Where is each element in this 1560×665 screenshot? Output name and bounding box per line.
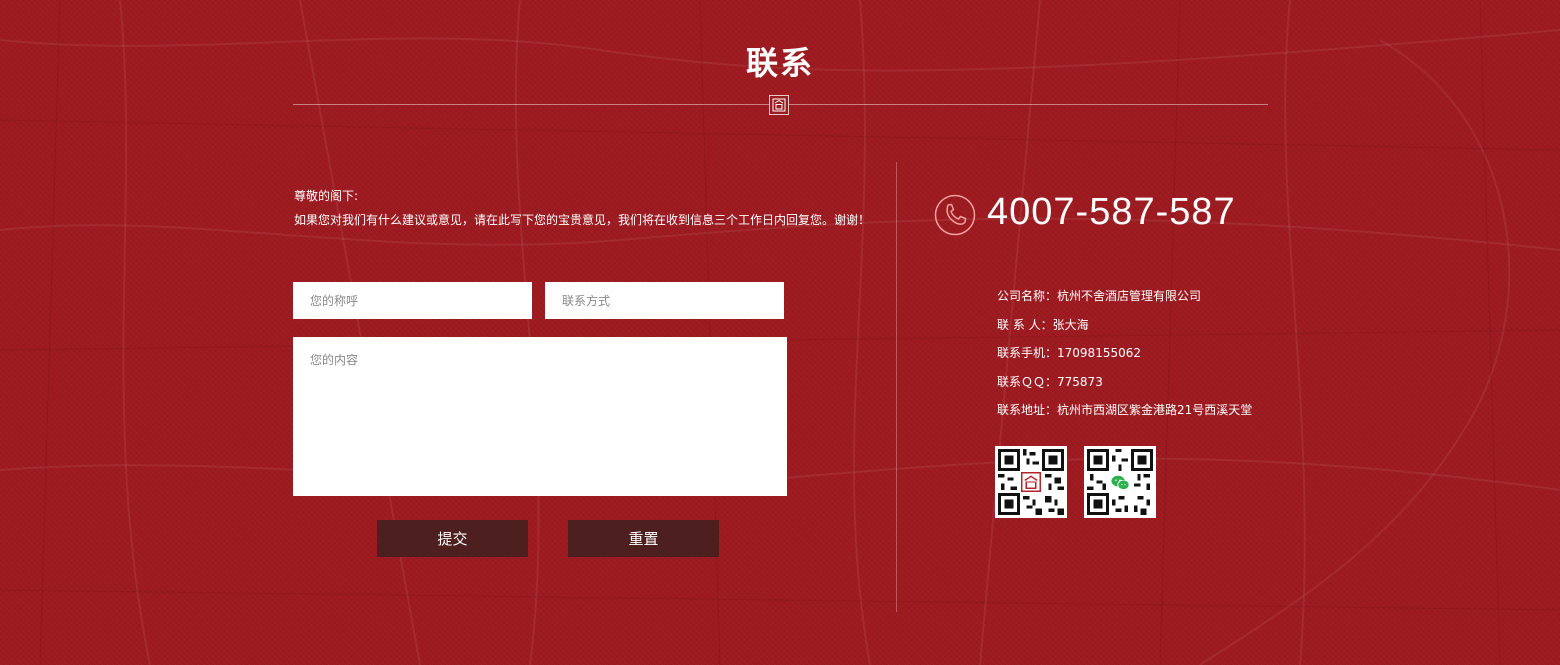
info-label: 联系ＱＱ：: [997, 374, 1058, 389]
info-value: 杭州不舍酒店管理有限公司: [1057, 289, 1202, 303]
content-textarea[interactable]: [293, 337, 787, 496]
info-value: 张大海: [1052, 317, 1089, 332]
info-row-person: 联 系 人：张大海: [997, 316, 1252, 345]
column-divider: [896, 162, 897, 612]
info-row-company: 公司名称：杭州不舍酒店管理有限公司: [997, 287, 1252, 316]
info-label: 联系地址：: [997, 403, 1058, 417]
phone-number: 4007-587-587: [987, 191, 1236, 233]
reset-button[interactable]: 重置: [568, 520, 719, 557]
info-value: 17098155062: [1057, 346, 1141, 360]
intro-message: 如果您对我们有什么建议或意见，请在此写下您的宝贵意见，我们将在收到信息三个工作日…: [294, 213, 871, 227]
info-value: 775873: [1057, 374, 1103, 389]
phone-icon: [934, 194, 976, 236]
info-row-qq: 联系ＱＱ：775873: [997, 373, 1252, 402]
contact-input[interactable]: [545, 282, 784, 319]
info-label: 联系手机：: [997, 346, 1058, 360]
page-title: 联系: [745, 44, 814, 82]
logo-emblem-icon: [769, 95, 789, 115]
qr-code-icon: [995, 446, 1067, 518]
contact-info: 公司名称：杭州不舍酒店管理有限公司 联 系 人：张大海 联系手机：1709815…: [997, 287, 1252, 430]
info-row-mobile: 联系手机：17098155062: [997, 344, 1252, 373]
info-label: 公司名称：: [997, 289, 1058, 303]
info-value: 杭州市西湖区紫金港路21号西溪天堂: [1057, 403, 1253, 417]
qr-code-icon: [1084, 446, 1156, 518]
info-label: 联 系 人：: [997, 317, 1053, 332]
submit-button[interactable]: 提交: [377, 520, 528, 557]
info-row-address: 联系地址：杭州市西湖区紫金港路21号西溪天堂: [997, 401, 1252, 430]
greeting-text: 尊敬的阁下:: [294, 189, 359, 203]
name-input[interactable]: [293, 282, 532, 319]
